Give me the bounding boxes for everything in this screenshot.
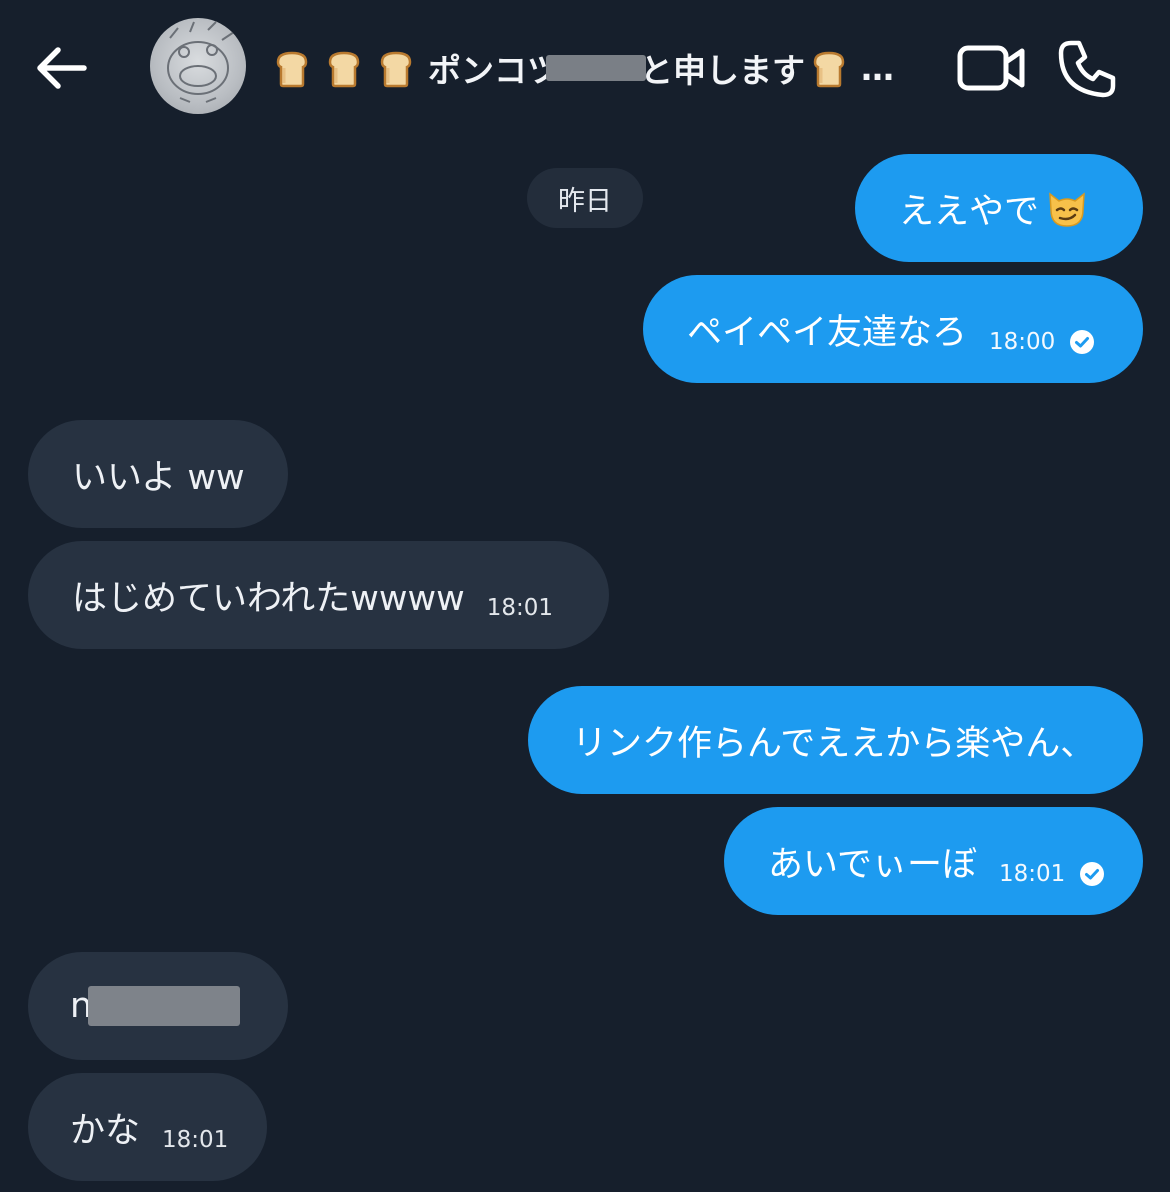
- message-bubble-outgoing[interactable]: リンク作らんでええから楽やん、: [528, 686, 1143, 794]
- message-time: 18:00: [989, 329, 1056, 355]
- message-text: あいでぃーぼ: [768, 844, 977, 885]
- message-text: ええやで: [899, 191, 1040, 232]
- message-text: はじめていわれたwwww: [72, 578, 465, 619]
- read-check-icon: [1070, 330, 1095, 354]
- message-bubble-outgoing[interactable]: ええやで: [855, 154, 1143, 262]
- message-text: ペイペイ友達なろ: [687, 312, 968, 353]
- message-time: 18:01: [162, 1127, 229, 1153]
- back-arrow-icon: [37, 47, 87, 89]
- message-bubble-incoming[interactable]: かな 18:01: [28, 1073, 267, 1181]
- smirking-cat-emoji-icon: [1049, 192, 1085, 227]
- avatar[interactable]: [150, 18, 246, 114]
- message-text: いいよ ww: [72, 457, 245, 498]
- bread-emoji-icon: [276, 51, 308, 88]
- title-prefix: ポンコツ: [428, 51, 560, 90]
- message-bubble-incoming[interactable]: いいよ ww: [28, 420, 288, 528]
- message-bubble-incoming[interactable]: はじめていわれたwwww 18:01: [28, 541, 609, 649]
- conversation-title[interactable]: ポンコツ と申します …: [272, 40, 912, 96]
- message-bubble-outgoing[interactable]: ペイペイ友達なろ 18:00: [643, 275, 1143, 383]
- redacted-text: [88, 986, 241, 1026]
- bread-emoji-icon: [328, 51, 360, 88]
- message-bubble-outgoing[interactable]: あいでぃーぼ 18:01: [724, 807, 1143, 915]
- read-check-icon: [1080, 862, 1105, 886]
- dm-conversation-screen: ポンコツ と申します … 昨日 ええやで ペイペイ友達なろ 18:00 いいよ …: [0, 0, 1170, 1192]
- redacted-name: [546, 55, 646, 81]
- message-bubble-incoming[interactable]: n: [28, 952, 288, 1060]
- title-suffix: と申します: [640, 51, 805, 90]
- title-ellipsis: …: [861, 48, 894, 88]
- bread-emoji-icon: [813, 51, 845, 88]
- message-time: 18:01: [998, 861, 1066, 887]
- phone-call-icon: [1058, 40, 1116, 98]
- back-button[interactable]: [28, 38, 92, 98]
- phone-call-button[interactable]: [1052, 34, 1122, 104]
- message-time: 18:01: [486, 595, 554, 621]
- bread-emoji-icon: [380, 51, 412, 88]
- video-call-button[interactable]: [952, 36, 1032, 100]
- avatar-drawing: [167, 21, 235, 103]
- message-text: かな: [70, 1110, 141, 1151]
- message-text: リンク作らんでええから楽やん、: [572, 723, 1096, 764]
- video-call-icon: [957, 45, 1025, 91]
- date-separator: 昨日: [527, 168, 643, 228]
